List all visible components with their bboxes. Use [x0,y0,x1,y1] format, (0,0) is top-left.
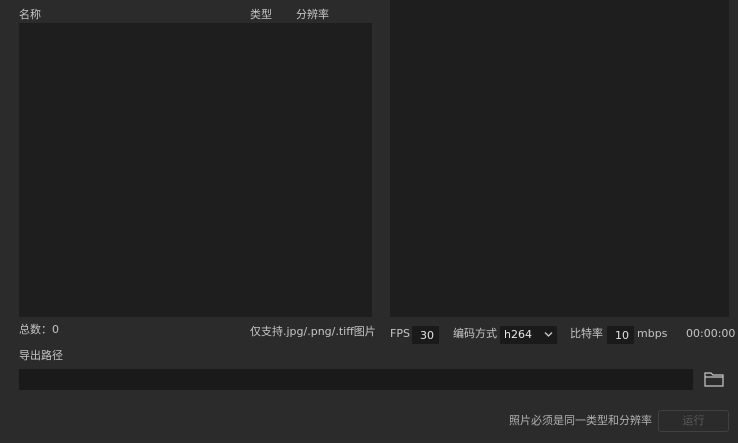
codec-select[interactable]: h264 [500,326,557,344]
fps-label: FPS [390,327,410,340]
support-note: 仅支持.jpg/.png/.tiff图片 [250,325,376,338]
bitrate-unit: mbps [637,327,668,340]
run-button[interactable]: 运行 [658,410,729,432]
export-path-input[interactable] [19,369,693,390]
fps-input[interactable] [412,326,439,344]
browse-folder-button[interactable] [703,369,725,389]
codec-label: 编码方式 [453,327,497,340]
folder-icon [704,372,724,387]
total-count: 总数：0 [19,323,59,336]
column-header-resolution[interactable]: 分辨率 [296,8,329,22]
bitrate-input[interactable] [607,326,634,344]
export-path-label: 导出路径 [19,349,63,362]
preview-panel [390,0,729,317]
duration-readout: 00:00:00 [686,327,736,340]
column-header-name[interactable]: 名称 [19,8,41,22]
file-list-panel[interactable] [19,23,372,317]
chevron-down-icon [544,332,553,337]
codec-select-value: h264 [504,328,532,341]
column-header-type[interactable]: 类型 [250,8,272,22]
footer-note: 照片必须是同一类型和分辨率 [509,414,652,427]
bitrate-label: 比特率 [570,327,603,340]
